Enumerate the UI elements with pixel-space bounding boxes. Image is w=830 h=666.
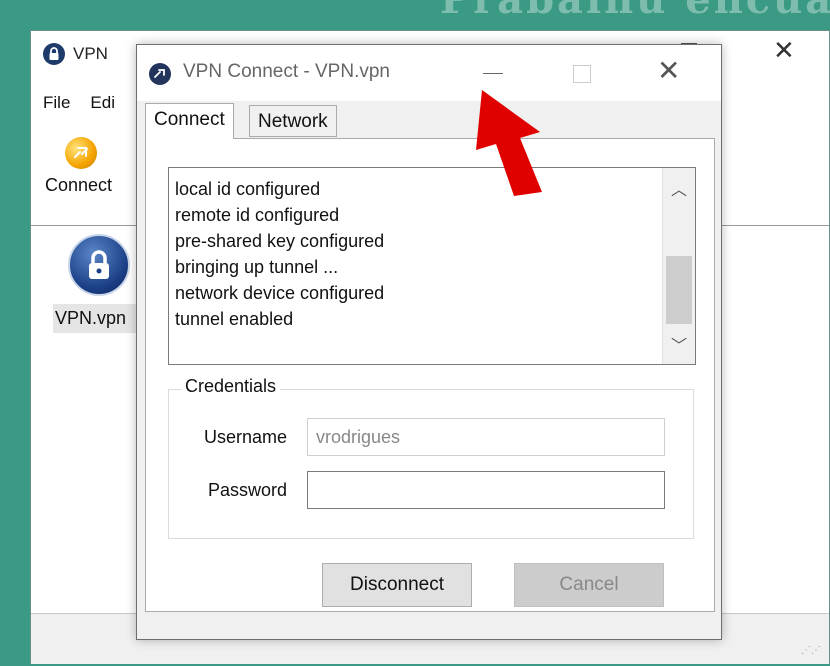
- globe-icon: [149, 63, 171, 85]
- log-scrollbar[interactable]: ︿ ﹀: [662, 168, 695, 364]
- scroll-down-icon[interactable]: ﹀: [663, 332, 695, 356]
- username-field[interactable]: [307, 418, 665, 456]
- password-label: Password: [207, 480, 287, 500]
- lock-icon: [68, 234, 130, 296]
- log-line: network device configured: [175, 283, 385, 303]
- profile-label: VPN.vpn: [53, 304, 145, 333]
- toolbar-connect-button[interactable]: Connect: [41, 137, 141, 196]
- profile-item[interactable]: VPN.vpn: [53, 234, 145, 333]
- menubar: File Edi: [43, 93, 115, 113]
- desktop-watermark: Prabainu encuaerve: [440, 0, 830, 23]
- credentials-group: Credentials Username Password: [168, 376, 694, 539]
- log-line: tunnel enabled: [175, 309, 294, 329]
- main-titlebar: VPN: [43, 39, 108, 69]
- log-lines: local id configured remote id configured…: [175, 176, 384, 332]
- log-line: bringing up tunnel ...: [175, 257, 339, 277]
- cancel-button[interactable]: Cancel: [514, 563, 664, 607]
- credentials-legend: Credentials: [181, 376, 281, 397]
- tab-network[interactable]: Network: [249, 105, 337, 137]
- connection-log[interactable]: local id configured remote id configured…: [168, 167, 696, 365]
- connect-orb-icon: [65, 137, 97, 169]
- dialog-close-button[interactable]: ✕: [657, 57, 680, 85]
- log-line: pre-shared key configured: [175, 231, 385, 251]
- red-arrow-icon: [476, 90, 542, 196]
- username-label: Username: [203, 427, 287, 447]
- scroll-thumb[interactable]: [666, 256, 692, 324]
- main-window-title: VPN: [73, 44, 108, 63]
- scroll-up-icon[interactable]: ︿: [663, 176, 695, 200]
- toolbar-connect-label: Connect: [45, 175, 113, 195]
- resize-grip-icon[interactable]: ⋰⋰: [801, 645, 821, 656]
- menu-edit[interactable]: Edi: [90, 93, 115, 113]
- log-line: remote id configured: [175, 205, 340, 225]
- vpn-connect-dialog: VPN Connect - VPN.vpn ✕ Connect Network …: [136, 44, 722, 640]
- dialog-title: VPN Connect - VPN.vpn: [183, 61, 390, 82]
- log-line: local id configured: [175, 179, 321, 199]
- dialog-maximize-button[interactable]: [573, 65, 591, 83]
- lock-icon: [43, 43, 65, 65]
- tab-connect[interactable]: Connect: [145, 103, 234, 139]
- menu-file[interactable]: File: [43, 93, 70, 113]
- main-close-button[interactable]: ✕: [773, 37, 795, 63]
- dialog-minimize-button[interactable]: [483, 73, 503, 74]
- password-field[interactable]: [307, 471, 665, 509]
- disconnect-button[interactable]: Disconnect: [322, 563, 472, 607]
- connect-tab-panel: local id configured remote id configured…: [145, 138, 715, 612]
- dialog-titlebar: VPN Connect - VPN.vpn ✕: [137, 45, 721, 101]
